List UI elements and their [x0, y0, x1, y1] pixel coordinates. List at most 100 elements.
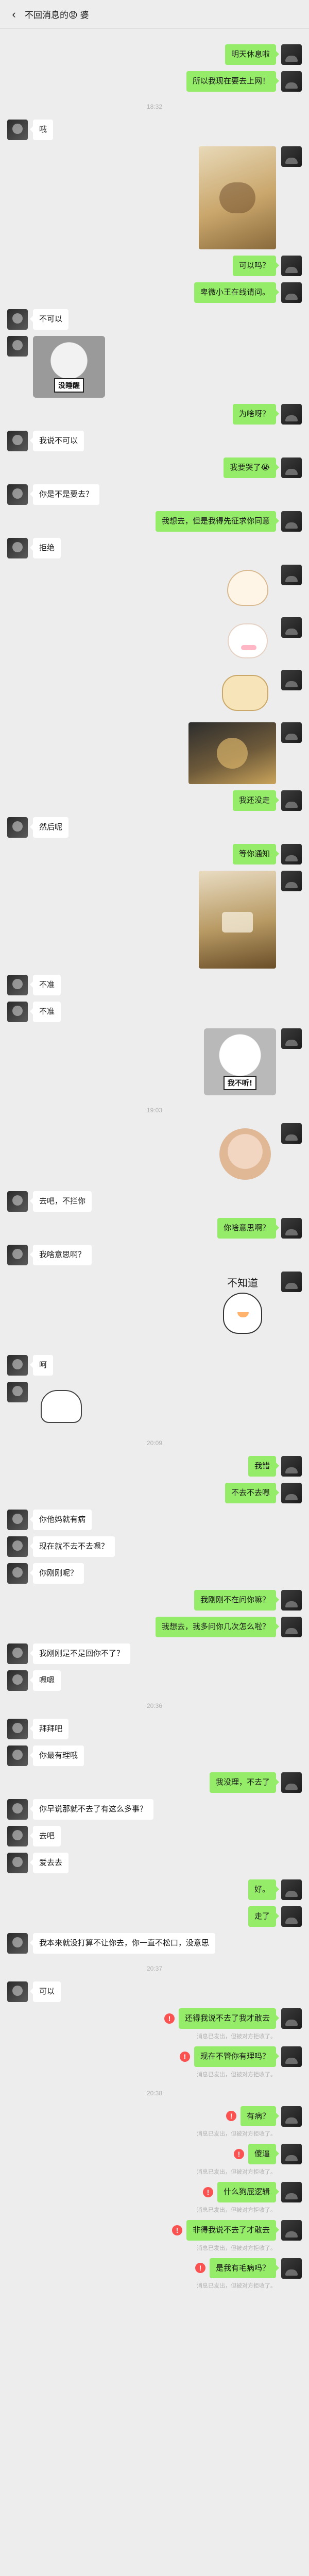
- my-avatar[interactable]: [281, 1456, 302, 1477]
- contact-avatar[interactable]: [7, 431, 28, 451]
- message-bubble[interactable]: 哦: [29, 120, 54, 140]
- contact-avatar[interactable]: [7, 309, 28, 330]
- bird-sticker[interactable]: 不知道: [209, 1272, 276, 1349]
- message-bubble[interactable]: 不准: [29, 1002, 61, 1022]
- my-avatar[interactable]: [281, 617, 302, 638]
- contact-avatar[interactable]: [7, 1510, 28, 1530]
- cat-sticker[interactable]: 没睡醒: [33, 336, 105, 398]
- message-list[interactable]: 明天休息啦 所以我现在要去上网！ 18:32 哦 可以吗？ 卑微小王在线请问。 …: [0, 29, 309, 2316]
- exclamation-icon[interactable]: !: [226, 2111, 236, 2122]
- message-bubble[interactable]: 所以我现在要去上网！: [186, 71, 280, 92]
- message-bubble[interactable]: 拜拜吧: [29, 1719, 69, 1739]
- message-bubble[interactable]: 可以: [29, 1981, 61, 2002]
- message-bubble[interactable]: 是我有毛病吗？: [209, 2258, 280, 2279]
- message-bubble[interactable]: 为啥呀？: [232, 404, 280, 425]
- message-bubble[interactable]: 拒绝: [29, 538, 61, 558]
- contact-avatar[interactable]: [7, 1853, 28, 1873]
- exclamation-icon[interactable]: !: [233, 2149, 244, 2160]
- message-bubble[interactable]: 明天休息啦: [225, 44, 280, 65]
- photo-message[interactable]: [199, 871, 276, 969]
- contact-avatar[interactable]: [7, 484, 28, 505]
- message-bubble[interactable]: 现在不管你有理吗？: [194, 2046, 280, 2067]
- my-avatar[interactable]: [281, 1590, 302, 1611]
- message-bubble[interactable]: 你刚刚呢？: [29, 1563, 84, 1584]
- message-bubble[interactable]: 非得我说不去了才敢去: [186, 2219, 280, 2241]
- message-bubble[interactable]: 嗯嗯: [29, 1670, 61, 1691]
- exclamation-icon[interactable]: !: [164, 2013, 175, 2024]
- photo-message[interactable]: [188, 722, 276, 784]
- my-avatar[interactable]: [281, 2046, 302, 2067]
- message-bubble[interactable]: 爱去去: [29, 1853, 69, 1873]
- message-bubble[interactable]: 我本来就没打算不让你去，你一直不松口，没意思: [29, 1933, 216, 1954]
- message-bubble[interactable]: 什么狗屁逻辑: [217, 2182, 280, 2202]
- contact-avatar[interactable]: [7, 1799, 28, 1820]
- my-avatar[interactable]: [281, 1123, 302, 1144]
- my-avatar[interactable]: [281, 871, 302, 891]
- contact-avatar[interactable]: [7, 1670, 28, 1691]
- contact-avatar[interactable]: [7, 1245, 28, 1265]
- my-avatar[interactable]: [281, 670, 302, 690]
- message-bubble[interactable]: 我错: [248, 1456, 280, 1477]
- my-avatar[interactable]: [281, 256, 302, 276]
- my-avatar[interactable]: [281, 1772, 302, 1793]
- my-avatar[interactable]: [281, 282, 302, 303]
- my-avatar[interactable]: [281, 2144, 302, 2165]
- my-avatar[interactable]: [281, 71, 302, 92]
- my-avatar[interactable]: [281, 1906, 302, 1927]
- photo-message[interactable]: [199, 146, 276, 249]
- crying-sticker[interactable]: [219, 565, 276, 611]
- cat-sticker[interactable]: 我不听!: [204, 1028, 276, 1095]
- message-bubble[interactable]: 不可以: [29, 309, 69, 330]
- contact-avatar[interactable]: [7, 975, 28, 995]
- message-bubble[interactable]: 卑微小王在线请问。: [194, 282, 280, 303]
- exclamation-icon[interactable]: !: [195, 2263, 205, 2274]
- message-bubble[interactable]: 等你通知: [232, 844, 280, 865]
- message-bubble[interactable]: 现在就不去不去嗯？: [29, 1536, 115, 1557]
- message-bubble[interactable]: 好。: [248, 1879, 280, 1900]
- message-bubble[interactable]: 不准: [29, 975, 61, 995]
- contact-avatar[interactable]: [7, 1355, 28, 1376]
- my-avatar[interactable]: [281, 1617, 302, 1637]
- my-avatar[interactable]: [281, 790, 302, 811]
- my-avatar[interactable]: [281, 2258, 302, 2279]
- contact-avatar[interactable]: [7, 1002, 28, 1022]
- message-bubble[interactable]: 我想去，我多问你几次怎么啦？: [155, 1617, 280, 1637]
- my-avatar[interactable]: [281, 1028, 302, 1049]
- my-avatar[interactable]: [281, 457, 302, 478]
- contact-avatar[interactable]: [7, 1981, 28, 2002]
- message-bubble[interactable]: 还得我说不去了我才敢去: [178, 2008, 280, 2029]
- contact-avatar[interactable]: [7, 1719, 28, 1739]
- message-bubble[interactable]: 你是不是要去？: [29, 484, 100, 505]
- contact-avatar[interactable]: [7, 336, 28, 357]
- my-avatar[interactable]: [281, 1483, 302, 1503]
- my-avatar[interactable]: [281, 2182, 302, 2202]
- my-avatar[interactable]: [281, 565, 302, 585]
- my-avatar[interactable]: [281, 404, 302, 425]
- message-bubble[interactable]: 可以吗？: [232, 256, 280, 276]
- message-bubble[interactable]: 去吧: [29, 1826, 61, 1846]
- my-avatar[interactable]: [281, 722, 302, 743]
- message-bubble[interactable]: 有病？: [240, 2106, 280, 2127]
- my-avatar[interactable]: [281, 2008, 302, 2029]
- message-bubble[interactable]: 傻逼: [248, 2144, 280, 2164]
- exclamation-icon[interactable]: !: [171, 2225, 182, 2235]
- message-bubble[interactable]: 你早说那就不去了有这么多事？: [29, 1799, 154, 1820]
- message-bubble[interactable]: 我还没走: [232, 790, 280, 811]
- message-bubble[interactable]: 我刚刚是不是回你不了？: [29, 1643, 131, 1664]
- my-avatar[interactable]: [281, 2219, 302, 2241]
- message-bubble[interactable]: 去吧，不拦你: [29, 1191, 92, 1212]
- message-bubble[interactable]: 走了: [248, 1906, 280, 1927]
- contact-avatar[interactable]: [7, 1563, 28, 1584]
- message-bubble[interactable]: 你最有理哦: [29, 1745, 84, 1766]
- message-bubble[interactable]: 你他妈就有病: [29, 1510, 92, 1530]
- message-bubble[interactable]: 我要哭了😭: [224, 457, 279, 478]
- my-avatar[interactable]: [281, 2106, 302, 2127]
- contact-avatar[interactable]: [7, 120, 28, 140]
- my-avatar[interactable]: [281, 146, 302, 167]
- my-avatar[interactable]: [281, 844, 302, 865]
- message-bubble[interactable]: 我想去，但是我得先征求你同意: [155, 511, 280, 532]
- my-avatar[interactable]: [281, 1218, 302, 1239]
- message-bubble[interactable]: 你啥意思啊？: [217, 1218, 280, 1239]
- message-bubble[interactable]: 我刚刚不在问你嘛？: [194, 1590, 280, 1611]
- message-bubble[interactable]: 我说不可以: [29, 431, 84, 451]
